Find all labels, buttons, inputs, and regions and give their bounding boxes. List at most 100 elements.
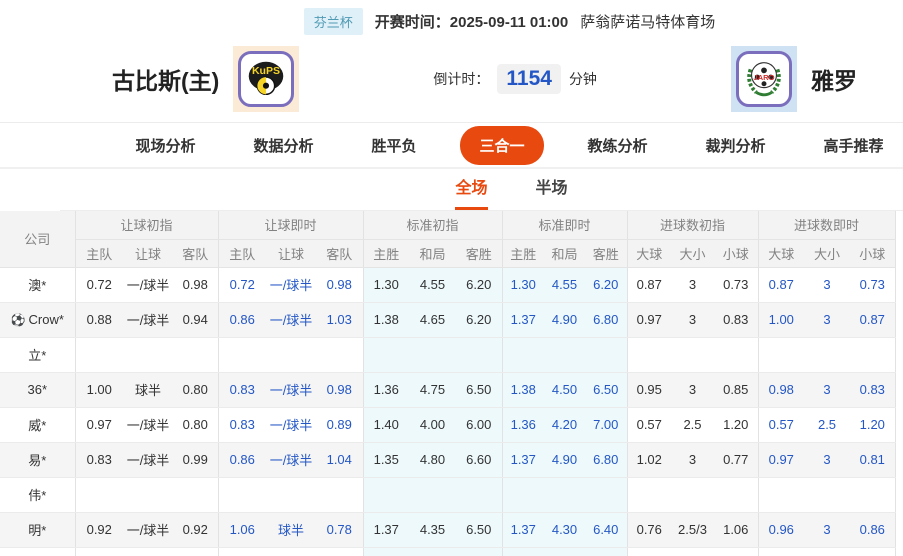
odds-cell bbox=[502, 337, 544, 372]
company-name: 立* bbox=[28, 348, 46, 363]
partial-row bbox=[0, 547, 895, 556]
company-cell: 36* bbox=[0, 372, 75, 407]
odds-cell: 4.75 bbox=[409, 372, 456, 407]
header-sub-6-1: 大球 bbox=[758, 239, 804, 267]
odds-cell: 1.20 bbox=[714, 407, 758, 442]
scope-tab-1[interactable]: 全场 bbox=[455, 174, 487, 210]
company-name: 明* bbox=[28, 523, 46, 538]
header-sub-1-3: 客队 bbox=[173, 239, 218, 267]
odds-cell: 0.87 bbox=[627, 267, 671, 302]
nav-tab-5[interactable]: 教练分析 bbox=[574, 126, 662, 165]
header-sub-2-1: 主队 bbox=[218, 239, 266, 267]
odds-cell: 0.98 bbox=[316, 267, 363, 302]
countdown: 倒计时： 1154 分钟 bbox=[299, 64, 731, 94]
odds-cell: 3 bbox=[804, 372, 850, 407]
odds-cell bbox=[316, 477, 363, 512]
odds-cell bbox=[173, 337, 218, 372]
odds-cell: 0.94 bbox=[173, 302, 218, 337]
away-team-name: 雅罗 bbox=[811, 62, 857, 96]
odds-cell: 3 bbox=[804, 512, 850, 547]
odds-cell: 球半 bbox=[266, 512, 316, 547]
odds-cell: 1.38 bbox=[502, 372, 544, 407]
odds-cell: 1.30 bbox=[363, 267, 409, 302]
odds-cell: 3 bbox=[671, 267, 714, 302]
nav-tab-6[interactable]: 裁判分析 bbox=[692, 126, 780, 165]
odds-cell: 4.00 bbox=[409, 407, 456, 442]
odds-cell: 6.00 bbox=[456, 407, 502, 442]
odds-cell: 0.76 bbox=[627, 512, 671, 547]
nav-tab-3[interactable]: 胜平负 bbox=[357, 126, 430, 165]
header-sub-1-1: 主队 bbox=[75, 239, 123, 267]
scope-tabs: 全场 半场 bbox=[60, 169, 903, 211]
odds-cell: 0.77 bbox=[714, 442, 758, 477]
odds-cell bbox=[714, 547, 758, 556]
jaro-crest-icon: JARO bbox=[736, 51, 792, 107]
odds-cell bbox=[627, 337, 671, 372]
odds-cell: 0.80 bbox=[173, 372, 218, 407]
odds-cell: 0.57 bbox=[627, 407, 671, 442]
header-sub-4-1: 主胜 bbox=[502, 239, 544, 267]
odds-cell bbox=[266, 477, 316, 512]
scope-tab-2[interactable]: 半场 bbox=[536, 174, 568, 210]
odds-cell bbox=[758, 547, 804, 556]
odds-cell bbox=[850, 547, 895, 556]
odds-cell bbox=[804, 477, 850, 512]
odds-cell bbox=[316, 547, 363, 556]
odds-cell bbox=[363, 547, 409, 556]
odds-cell: 0.96 bbox=[758, 512, 804, 547]
odds-row: 伟* bbox=[0, 477, 895, 512]
odds-cell: 一/球半 bbox=[123, 407, 173, 442]
header-group-2: 让球即时 bbox=[218, 211, 363, 239]
odds-cell: 0.98 bbox=[173, 267, 218, 302]
odds-cell: 4.30 bbox=[544, 512, 585, 547]
header-sub-2-2: 让球 bbox=[266, 239, 316, 267]
odds-cell: 6.20 bbox=[456, 267, 502, 302]
company-cell: 伟* bbox=[0, 477, 75, 512]
odds-row: 立* bbox=[0, 337, 895, 372]
header-sub-row: 主队让球客队主队让球客队主胜和局客胜主胜和局客胜大球大小小球大球大小小球 bbox=[0, 239, 895, 267]
match-info-bar: 芬兰杯 开赛时间：2025-09-11 01:00 萨翁萨诺马特体育场 bbox=[58, 0, 903, 36]
odds-cell: 3 bbox=[804, 267, 850, 302]
company-cell bbox=[0, 547, 75, 556]
nav-tab-4[interactable]: 三合一 bbox=[460, 126, 543, 165]
odds-cell: 1.06 bbox=[714, 512, 758, 547]
nav-tab-1[interactable]: 现场分析 bbox=[121, 126, 209, 165]
odds-cell: 一/球半 bbox=[123, 267, 173, 302]
odds-table-head: 公司让球初指让球即时标准初指标准即时进球数初指进球数即时主队让球客队主队让球客队… bbox=[0, 211, 895, 267]
odds-row: 明*0.92一/球半0.921.06球半0.781.374.356.501.37… bbox=[0, 512, 895, 547]
odds-cell: 1.37 bbox=[502, 442, 544, 477]
odds-row: 36*1.00球半0.800.83一/球半0.981.364.756.501.3… bbox=[0, 372, 895, 407]
odds-cell: 2.5 bbox=[804, 407, 850, 442]
match-odds-page: 芬兰杯 开赛时间：2025-09-11 01:00 萨翁萨诺马特体育场 古比斯(… bbox=[0, 0, 903, 556]
odds-cell bbox=[316, 337, 363, 372]
nav-tab-2[interactable]: 数据分析 bbox=[239, 126, 327, 165]
odds-cell: 0.98 bbox=[758, 372, 804, 407]
company-name: 36* bbox=[27, 382, 47, 397]
odds-cell bbox=[850, 337, 895, 372]
svg-text:JARO: JARO bbox=[753, 73, 774, 82]
nav-tab-7[interactable]: 高手推荐 bbox=[810, 126, 898, 165]
odds-cell: 6.80 bbox=[585, 302, 627, 337]
odds-cell bbox=[409, 547, 456, 556]
home-team-logo: KuPS bbox=[233, 46, 299, 112]
odds-cell bbox=[544, 547, 585, 556]
odds-cell bbox=[123, 477, 173, 512]
header-sub-5-3: 小球 bbox=[714, 239, 758, 267]
company-cell: 澳* bbox=[0, 267, 75, 302]
header-sub-3-3: 客胜 bbox=[456, 239, 502, 267]
venue-name: 萨翁萨诺马特体育场 bbox=[580, 11, 715, 32]
odds-cell: 0.87 bbox=[850, 302, 895, 337]
odds-cell bbox=[456, 477, 502, 512]
header-group-1: 让球初指 bbox=[75, 211, 218, 239]
odds-cell: 4.90 bbox=[544, 302, 585, 337]
odds-cell: 一/球半 bbox=[123, 302, 173, 337]
odds-cell: 0.86 bbox=[850, 512, 895, 547]
company-cell: 立* bbox=[0, 337, 75, 372]
odds-cell bbox=[456, 337, 502, 372]
header-sub-6-2: 大小 bbox=[804, 239, 850, 267]
odds-cell: 6.80 bbox=[585, 442, 627, 477]
odds-cell: 0.97 bbox=[75, 407, 123, 442]
company-name: 澳* bbox=[28, 278, 46, 293]
soccer-ball-icon: ⚽ bbox=[11, 313, 26, 327]
header-group-3: 标准初指 bbox=[363, 211, 502, 239]
